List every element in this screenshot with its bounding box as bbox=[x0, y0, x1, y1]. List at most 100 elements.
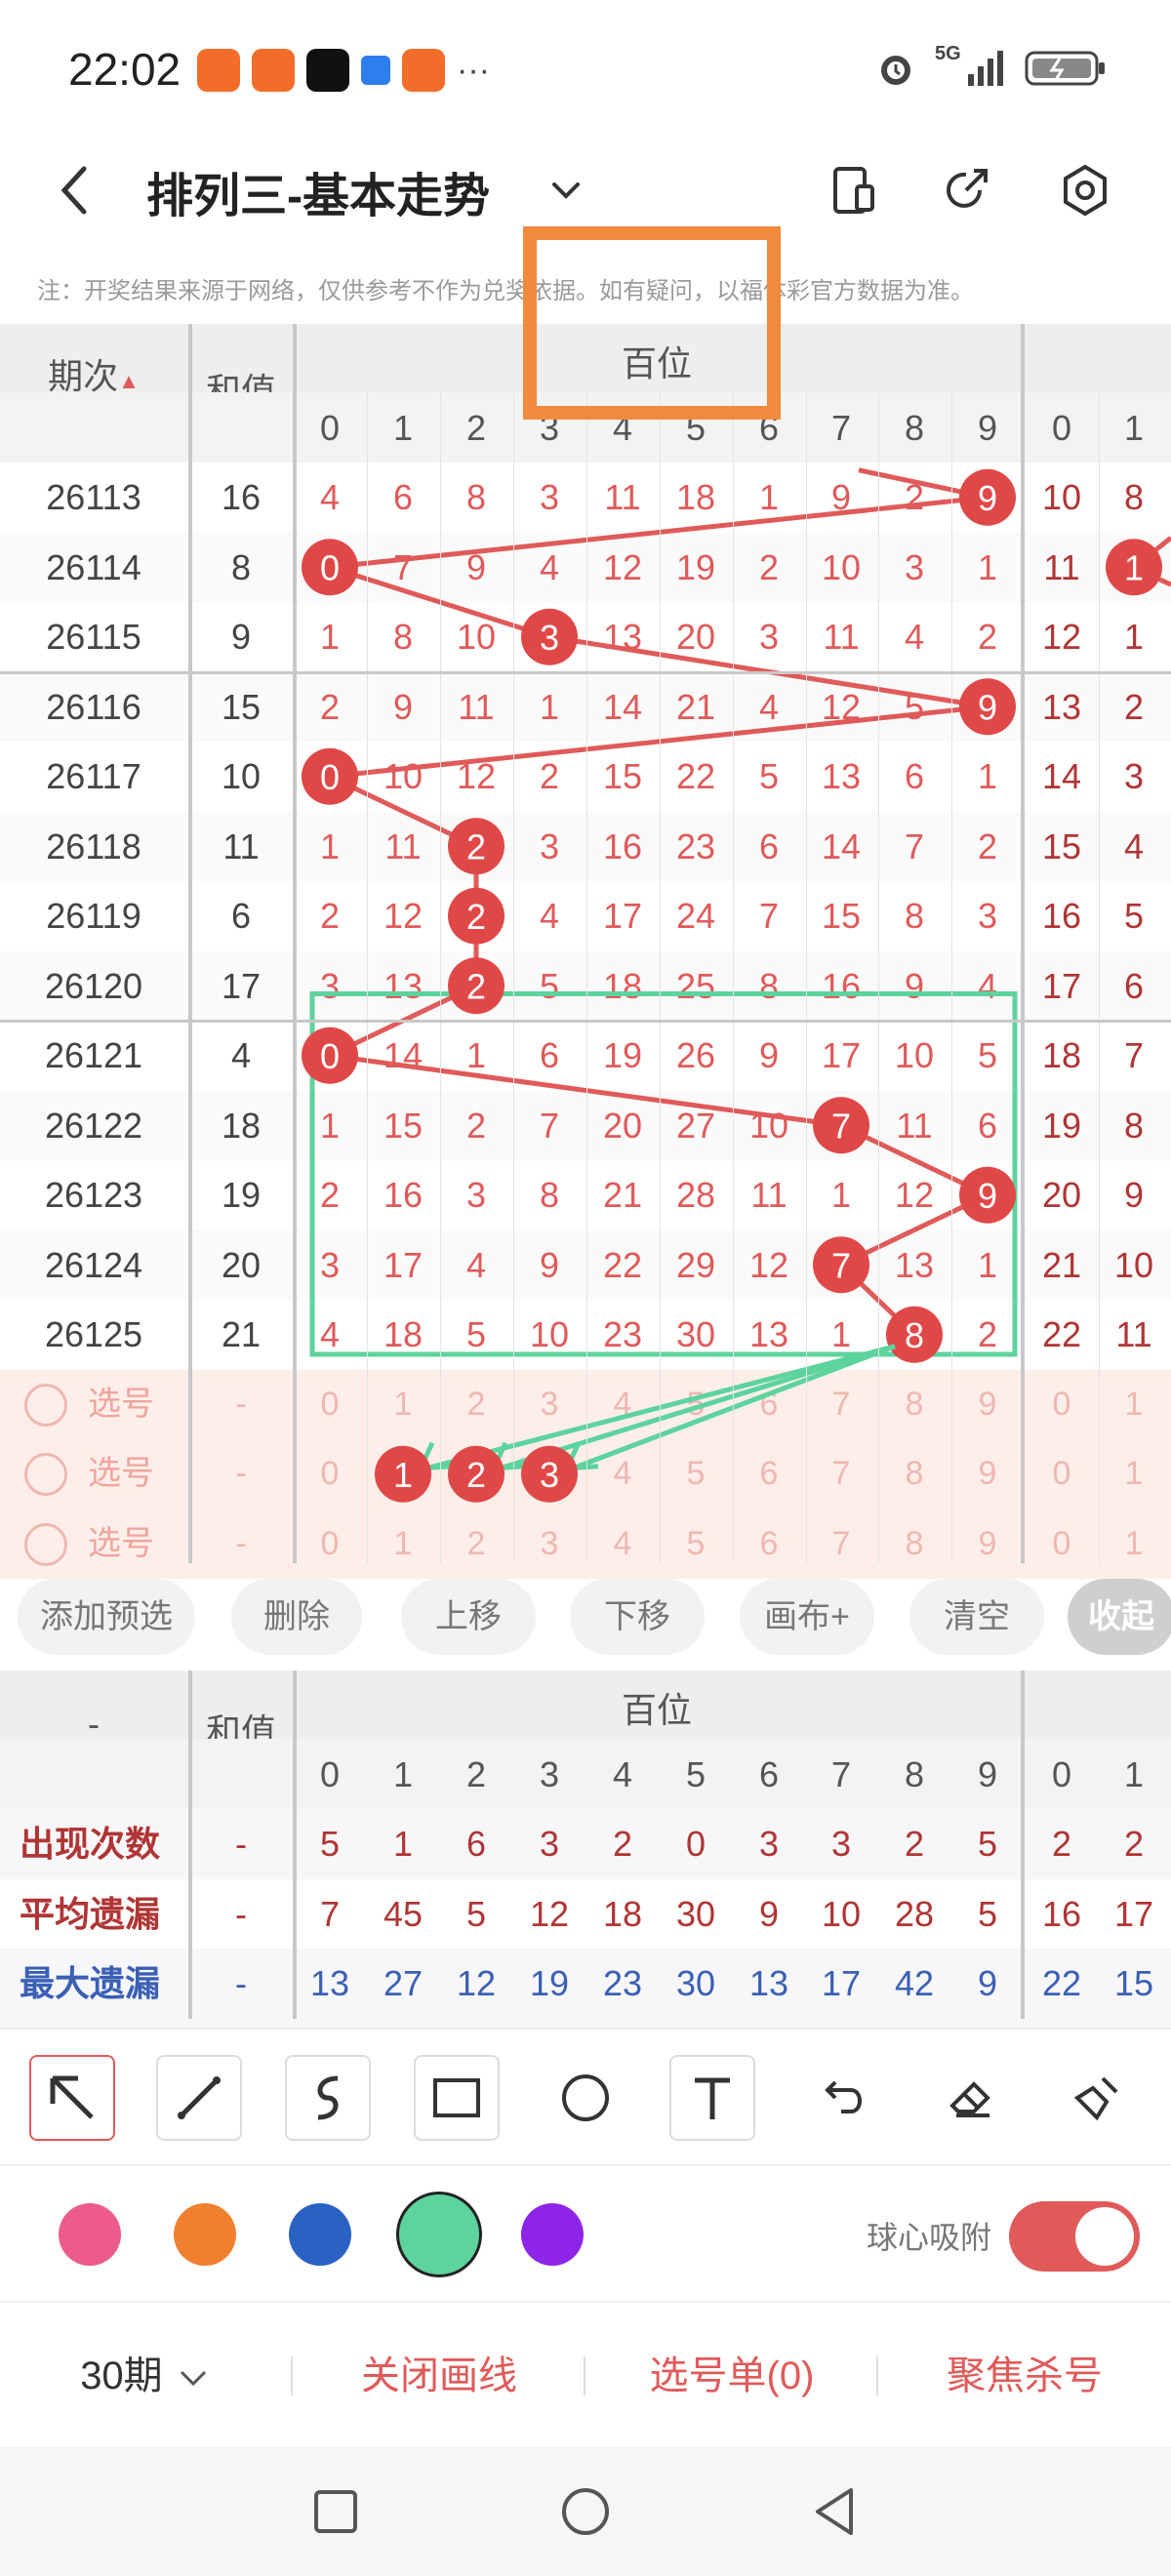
miss-count-cell: 9 bbox=[539, 1244, 560, 1285]
color-swatch[interactable] bbox=[59, 2203, 121, 2266]
clear-tool[interactable] bbox=[1054, 2055, 1140, 2141]
select-number[interactable]: 1 bbox=[1098, 1370, 1171, 1440]
select-number[interactable]: 8 bbox=[878, 1370, 951, 1440]
action-button[interactable]: 收起 bbox=[1068, 1579, 1171, 1655]
alarm-icon bbox=[881, 56, 910, 85]
select-number[interactable]: 9 bbox=[951, 1370, 1025, 1440]
select-radio[interactable] bbox=[24, 1453, 67, 1496]
share-icon[interactable] bbox=[937, 161, 995, 220]
focus-kill-button[interactable]: 聚焦杀号 bbox=[878, 2303, 1171, 2449]
select-number[interactable]: 0 bbox=[294, 1370, 367, 1440]
select-number[interactable]: 7 bbox=[805, 1439, 878, 1509]
miss-count-cell: 18 bbox=[1041, 1035, 1082, 1075]
miss-count-cell: 3 bbox=[539, 477, 560, 517]
color-swatch[interactable] bbox=[521, 2203, 584, 2266]
arrow-tool[interactable] bbox=[29, 2055, 115, 2141]
line-icon bbox=[178, 2076, 221, 2119]
settings-icon[interactable] bbox=[1056, 161, 1114, 220]
line-tool[interactable] bbox=[156, 2055, 242, 2141]
back-nav-icon[interactable] bbox=[806, 2482, 865, 2541]
miss-count-cell: 20 bbox=[1041, 1175, 1082, 1215]
color-swatch[interactable] bbox=[396, 2192, 482, 2277]
select-number[interactable]: 7 bbox=[805, 1370, 878, 1440]
select-number[interactable]: 3 bbox=[513, 1439, 586, 1509]
stats-sum-cell: - bbox=[235, 1963, 247, 2003]
miss-count-cell: 3 bbox=[904, 546, 925, 587]
miss-count-cell: 1 bbox=[319, 825, 341, 866]
digit-header-cell: 0 bbox=[1051, 408, 1072, 448]
back-icon[interactable] bbox=[51, 161, 100, 220]
select-number[interactable]: 4 bbox=[586, 1439, 660, 1509]
miss-count-cell: 7 bbox=[830, 1105, 852, 1146]
miss-count-cell: 13 bbox=[1041, 686, 1082, 727]
curve-tool[interactable] bbox=[285, 2055, 371, 2141]
miss-count-cell: 3 bbox=[539, 825, 560, 866]
app-notification-icon bbox=[402, 49, 445, 92]
select-number[interactable]: 6 bbox=[733, 1370, 806, 1440]
stats-table: - 和值 百位 012345678901 出现次数 -5 1 6 3 2 0 3 3 2 5 2 2 平均… bbox=[0, 1670, 1171, 2028]
eraser-tool[interactable] bbox=[927, 2055, 1013, 2141]
circle-icon bbox=[562, 2074, 609, 2121]
action-button[interactable]: 下移 bbox=[570, 1579, 705, 1655]
color-swatch[interactable] bbox=[174, 2203, 236, 2266]
select-number[interactable]: 2 bbox=[440, 1370, 513, 1440]
select-number[interactable]: 0 bbox=[1026, 1439, 1099, 1509]
column-divider bbox=[293, 324, 297, 1563]
select-number[interactable]: 8 bbox=[878, 1439, 951, 1509]
miss-count-cell: 2 bbox=[758, 546, 780, 587]
select-number[interactable]: 0 bbox=[1026, 1370, 1099, 1440]
action-button[interactable]: 画布+ bbox=[740, 1579, 874, 1655]
periods-dropdown[interactable]: 30期 bbox=[39, 2303, 254, 2449]
selection-list-button[interactable]: 选号单(0) bbox=[586, 2303, 878, 2449]
select-number[interactable]: 5 bbox=[660, 1370, 733, 1440]
miss-count-cell: 11 bbox=[896, 1105, 933, 1146]
text-tool[interactable] bbox=[669, 2055, 755, 2141]
undo-tool[interactable] bbox=[798, 2055, 884, 2141]
miss-count-cell: 7 bbox=[830, 1244, 852, 1285]
miss-count-cell: 15 bbox=[602, 756, 643, 796]
select-number[interactable]: 4 bbox=[586, 1370, 660, 1440]
select-radio[interactable] bbox=[24, 1522, 67, 1566]
miss-count-cell: 1 bbox=[465, 1035, 487, 1075]
select-number[interactable]: 9 bbox=[951, 1439, 1025, 1509]
select-radio[interactable] bbox=[24, 1383, 67, 1427]
recent-apps-icon[interactable] bbox=[306, 2482, 365, 2541]
select-number[interactable]: 1 bbox=[1098, 1439, 1171, 1509]
home-icon[interactable] bbox=[556, 2482, 615, 2541]
circle-tool[interactable] bbox=[543, 2055, 628, 2141]
cell-divider bbox=[512, 392, 514, 1563]
action-button[interactable]: 删除 bbox=[231, 1579, 362, 1655]
period-cell: 26117 bbox=[46, 756, 141, 796]
action-button[interactable]: 上移 bbox=[401, 1579, 536, 1655]
select-number[interactable]: 1 bbox=[367, 1370, 440, 1440]
chevron-down-icon[interactable] bbox=[546, 171, 586, 210]
miss-count-cell: 12 bbox=[383, 896, 424, 936]
stats-value-cell: 12 bbox=[529, 1893, 570, 1934]
select-number[interactable]: 0 bbox=[294, 1439, 367, 1509]
select-number[interactable]: 3 bbox=[513, 1370, 586, 1440]
sort-icon[interactable]: ▲ bbox=[118, 369, 140, 393]
miss-count-cell: 9 bbox=[758, 1035, 780, 1075]
digit-header-cell: 9 bbox=[977, 408, 998, 448]
snap-to-ball-toggle[interactable] bbox=[1009, 2201, 1140, 2272]
miss-count-cell: 6 bbox=[977, 1105, 998, 1146]
tiktok-icon bbox=[306, 49, 349, 92]
color-swatch[interactable] bbox=[289, 2203, 351, 2266]
close-lines-button[interactable]: 关闭画线 bbox=[293, 2303, 586, 2449]
miss-count-cell: 11 bbox=[1043, 546, 1080, 587]
device-switch-icon[interactable] bbox=[824, 161, 882, 220]
action-button[interactable]: 添加预选 bbox=[18, 1579, 195, 1655]
action-button[interactable]: 清空 bbox=[909, 1579, 1044, 1655]
rectangle-tool[interactable] bbox=[414, 2055, 500, 2141]
select-number[interactable]: 5 bbox=[660, 1439, 733, 1509]
status-bar: 22:02 ··· 5G bbox=[0, 0, 1171, 141]
select-number[interactable]: 2 bbox=[440, 1439, 513, 1509]
page-title: 排列三-基本走势 bbox=[146, 171, 490, 222]
cell-divider bbox=[950, 392, 952, 1563]
select-number[interactable]: 1 bbox=[367, 1439, 440, 1509]
cell-divider bbox=[805, 392, 807, 1563]
stats-value-cell: 18 bbox=[602, 1893, 643, 1934]
stats-row-label: 出现次数 bbox=[20, 1824, 161, 1864]
select-number[interactable]: 6 bbox=[733, 1439, 806, 1509]
miss-count-cell: 18 bbox=[675, 477, 716, 517]
